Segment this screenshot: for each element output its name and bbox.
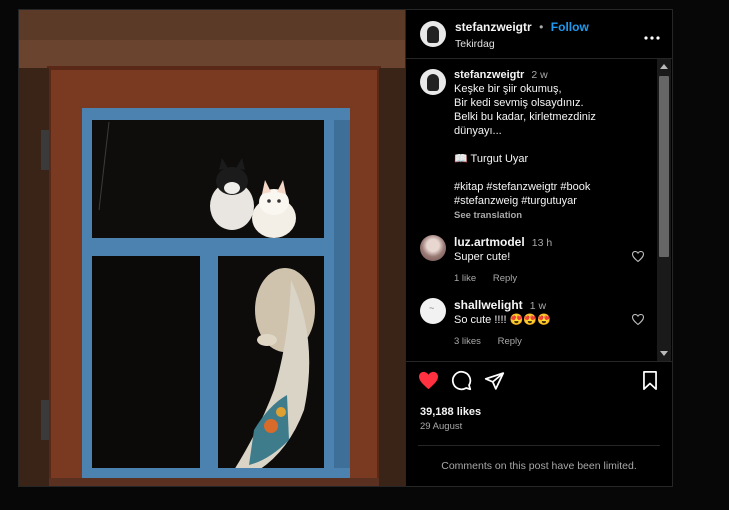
follow-button[interactable]: Follow [551, 20, 589, 34]
scroll-up-arrow[interactable] [660, 64, 668, 69]
caption-hashtags[interactable]: #kitap #stefanzweigtr #book [454, 180, 596, 194]
comments-list[interactable]: stefanzweigtr 2 w Keşke bir şiir okumuş,… [406, 59, 672, 362]
comment-text: So cute !!!! 😍😍😍 [454, 314, 551, 326]
post-sidebar: stefanzweigtr • Follow Tekirdag stefanzw… [405, 10, 672, 486]
commenter-username[interactable]: luz.artmodel [454, 235, 525, 249]
post-header: stefanzweigtr • Follow Tekirdag [406, 10, 672, 59]
commenter-username[interactable]: shallwelight [454, 298, 523, 312]
comments-limited-notice: Comments on this post have been limited. [418, 445, 660, 486]
scrollbar-thumb[interactable] [659, 76, 669, 257]
caption-author: 📖 Turgut Uyar [454, 153, 529, 165]
reply-button[interactable]: Reply [493, 273, 517, 284]
author-avatar[interactable] [420, 21, 446, 47]
caption-line: Belki bu kadar, kirletmezdiniz [454, 111, 596, 123]
post-image[interactable] [19, 10, 405, 486]
comment-likes[interactable]: 1 like [454, 273, 476, 284]
post-location[interactable]: Tekirdag [455, 38, 589, 50]
comment-like-icon[interactable] [631, 250, 645, 265]
bookmark-icon[interactable] [642, 371, 658, 395]
likes-count[interactable]: 39,188 likes [406, 395, 672, 418]
scroll-down-arrow[interactable] [660, 351, 668, 356]
post-modal: stefanzweigtr • Follow Tekirdag stefanzw… [18, 9, 673, 487]
commenter-avatar[interactable] [420, 298, 446, 324]
comment-item: luz.artmodel 13 h Super cute! 1 like Rep… [406, 235, 672, 286]
reply-button[interactable]: Reply [498, 336, 522, 347]
like-heart-icon[interactable] [418, 371, 439, 395]
separator-dot: • [539, 19, 544, 34]
post-caption: stefanzweigtr 2 w Keşke bir şiir okumuş,… [406, 59, 672, 223]
caption-line: dünyayı... [454, 125, 502, 137]
see-translation-link[interactable]: See translation [454, 209, 596, 223]
caption-hashtags[interactable]: #stefanzweig #turgutuyar [454, 194, 596, 208]
comment-likes[interactable]: 3 likes [454, 336, 481, 347]
comments-scrollbar[interactable] [657, 59, 671, 361]
caption-avatar[interactable] [420, 69, 446, 95]
comment-text: Super cute! [454, 251, 511, 263]
comment-time[interactable]: 13 h [532, 237, 552, 249]
caption-line: Bir kedi sevmiş olsaydınız. [454, 97, 584, 109]
comment-item: shallwelight 1 w So cute !!!! 😍😍😍 3 like… [406, 298, 672, 349]
more-options-icon[interactable] [644, 24, 660, 45]
comment-time[interactable]: 1 w [530, 300, 546, 312]
post-actions [406, 362, 672, 395]
caption-line: Keşke bir şiir okumuş, [454, 83, 562, 95]
author-username[interactable]: stefanzweigtr [455, 20, 532, 34]
share-icon[interactable] [484, 371, 505, 396]
post-date[interactable]: 29 August [406, 418, 672, 432]
comment-icon[interactable] [451, 370, 472, 396]
comment-like-icon[interactable] [631, 313, 645, 328]
caption-time[interactable]: 2 w [531, 69, 547, 81]
caption-username[interactable]: stefanzweigtr [454, 69, 524, 81]
commenter-avatar[interactable] [420, 235, 446, 261]
